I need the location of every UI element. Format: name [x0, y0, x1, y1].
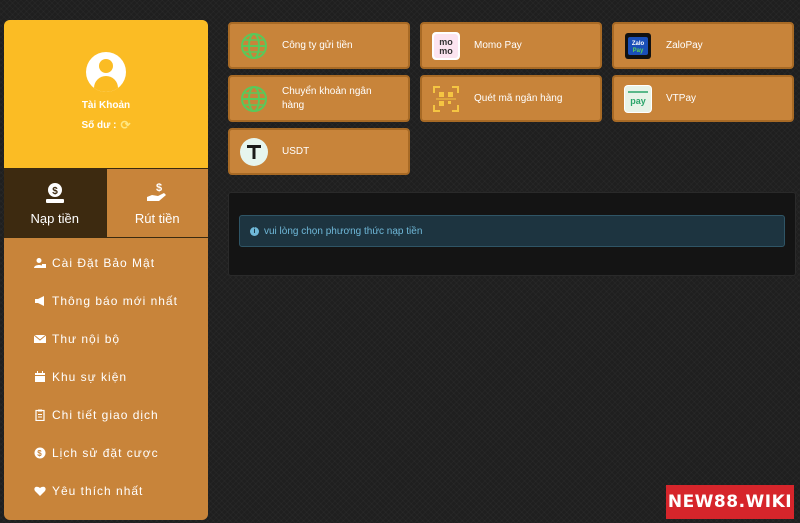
action-row: $ Nạp tiền $ Rút tiền — [4, 168, 208, 238]
user-lock-icon — [34, 258, 46, 268]
svg-text:$: $ — [156, 182, 162, 194]
svg-text:$: $ — [52, 186, 58, 197]
menu-item-label: Khu sự kiện — [52, 370, 128, 384]
sidebar: Tài Khoản Số dư : ⟳ $ Nạp tiền $ Rút tiề… — [4, 20, 208, 520]
menu-item-label: Cài Đặt Bảo Mật — [52, 256, 156, 270]
method-company-deposit[interactable]: Công ty gửi tiền — [228, 22, 410, 69]
deposit-icon: $ — [45, 182, 64, 203]
megaphone-icon — [35, 296, 44, 306]
refresh-icon[interactable]: ⟳ — [120, 119, 130, 131]
vtpay-logo-text: pay — [630, 96, 646, 106]
menu-item-label: Yêu thích nhất — [52, 484, 144, 498]
sidebar-menu: Cài Đặt Bảo Mật Thông báo mới nhất Thư n… — [4, 238, 208, 510]
menu-item-bet-history[interactable]: $ Lịch sử đặt cược — [4, 434, 208, 472]
avatar-body — [94, 76, 118, 92]
globe-icon — [240, 32, 268, 60]
balance-label: Số dư : — [81, 119, 117, 131]
menu-item-events[interactable]: Khu sự kiện — [4, 358, 208, 396]
method-zalopay[interactable]: Zalo Pay ZaloPay — [612, 22, 794, 69]
zalopay-icon: Zalo Pay — [624, 32, 652, 60]
globe-icon — [240, 85, 268, 113]
dollar-circle-icon: $ — [34, 447, 46, 459]
notice-text: vui lòng chọn phương thức nạp tiền — [264, 225, 423, 237]
profile-name: Tài Khoản — [81, 100, 131, 111]
deposit-label: Nạp tiền — [30, 210, 79, 226]
method-vtpay[interactable]: pay VTPay — [612, 75, 794, 122]
withdraw-icon: $ — [147, 182, 167, 201]
tether-icon — [240, 137, 268, 166]
momo-icon: mo mo — [432, 31, 460, 60]
deposit-form-panel: i vui lòng chọn phương thức nạp tiền — [228, 192, 796, 276]
menu-item-label: Thông báo mới nhất — [52, 294, 178, 308]
calendar-icon — [35, 371, 45, 382]
zalopay-logo-top: Zalo — [632, 41, 645, 47]
deposit-button[interactable]: $ Nạp tiền — [4, 169, 106, 237]
method-label: ZaloPay — [666, 39, 703, 51]
balance-row: Số dư : ⟳ — [81, 119, 130, 131]
watermark: NEW88.WIKI — [666, 485, 794, 519]
menu-item-notifications[interactable]: Thông báo mới nhất — [4, 282, 208, 320]
withdraw-button[interactable]: $ Rút tiền — [105, 169, 208, 237]
zalopay-logo-bottom: Pay — [633, 48, 644, 54]
menu-item-label: Lịch sử đặt cược — [52, 446, 159, 460]
menu-item-security[interactable]: Cài Đặt Bảo Mật — [4, 244, 208, 282]
method-bank-qr[interactable]: Quét mã ngân hàng — [420, 75, 602, 122]
method-label: USDT — [282, 145, 310, 157]
vtpay-icon: pay — [624, 84, 652, 113]
method-momo-pay[interactable]: mo mo Momo Pay — [420, 22, 602, 69]
momo-logo-bottom: mo — [439, 46, 453, 56]
profile-panel: Tài Khoản Số dư : ⟳ — [4, 20, 208, 168]
menu-item-label: Chi tiết giao dịch — [52, 408, 159, 422]
method-label: Chuyển khoản ngân hàng — [282, 85, 372, 111]
withdraw-label: Rút tiền — [134, 210, 180, 226]
method-bank-transfer[interactable]: Chuyển khoản ngân hàng — [228, 75, 410, 122]
avatar[interactable] — [86, 52, 126, 92]
menu-item-favorites[interactable]: Yêu thích nhất — [4, 472, 208, 510]
avatar-head — [99, 59, 113, 73]
svg-text:$: $ — [37, 449, 42, 458]
qr-scan-icon — [432, 85, 460, 113]
method-label: Momo Pay — [474, 39, 522, 51]
method-label: Công ty gửi tiền — [282, 39, 353, 51]
method-label: VTPay — [666, 92, 697, 104]
info-icon: i — [250, 226, 259, 236]
clipboard-icon — [35, 409, 45, 421]
envelope-icon — [34, 334, 46, 343]
heart-icon — [34, 486, 46, 496]
method-usdt[interactable]: USDT — [228, 128, 410, 175]
menu-item-label: Thư nội bộ — [52, 332, 121, 346]
info-notice: i vui lòng chọn phương thức nạp tiền — [239, 215, 785, 247]
menu-item-transactions[interactable]: Chi tiết giao dịch — [4, 396, 208, 434]
method-label: Quét mã ngân hàng — [474, 92, 563, 104]
menu-item-inbox[interactable]: Thư nội bộ — [4, 320, 208, 358]
